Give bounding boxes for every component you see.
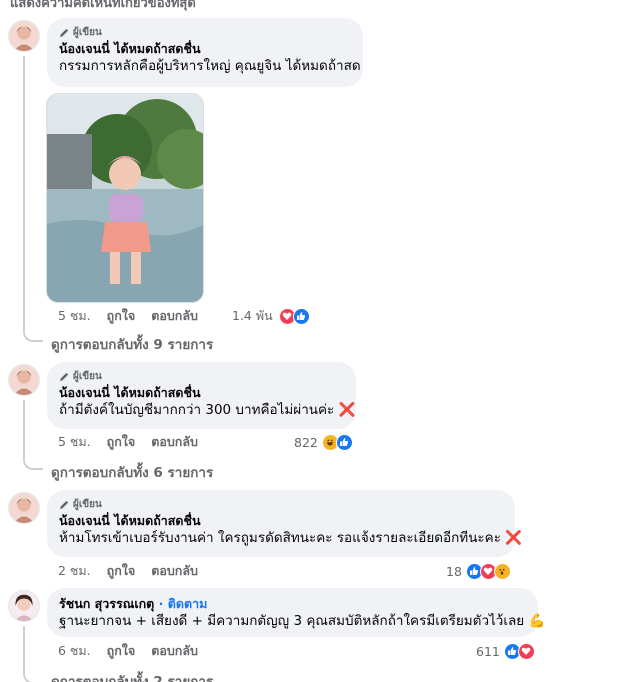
comment-actions: 6 ชม. ถูกใจ ตอบกลับ [58, 643, 214, 659]
comment-photo[interactable] [46, 93, 204, 303]
like-button[interactable]: ถูกใจ [107, 432, 136, 452]
comment-bubble: ผู้เขียน น้องเจนนี่ ได้หมดถ้าสดชื่น กรรม… [47, 18, 363, 87]
thread-line [23, 626, 25, 672]
comment-bubble: รัชนก สุวรรณเกตุ · ติดตาม ฐานะยากจน + เส… [47, 588, 545, 637]
follow-button[interactable]: · ติดตาม [159, 596, 208, 611]
like-icon [292, 307, 310, 325]
author-badge: ผู้เขียน [59, 369, 344, 384]
reaction-count: 18 [446, 563, 462, 579]
reaction-count: 822 [294, 434, 318, 450]
reaction-summary[interactable]: 18 [446, 562, 511, 580]
reply-button[interactable]: ตอบกลับ [151, 561, 198, 581]
reaction-count: 611 [476, 643, 500, 659]
comment-author-line: รัชนก สุวรรณเกตุ · ติดตาม [59, 595, 526, 612]
thread-connector [23, 454, 43, 470]
reaction-summary[interactable]: 822 [294, 433, 353, 451]
pencil-icon [59, 500, 69, 510]
comment-time[interactable]: 5 ชม. [58, 432, 91, 452]
comment-text-body: ห้ามโทรเข้าเบอร์รับงานค่า ใครถูมรดัดสิทน… [59, 530, 501, 546]
flexed-biceps-icon: 💪 [528, 613, 546, 629]
comment-text: ฐานะยากจน + เสียงดี + มีความกตัญญู 3 คุณ… [59, 612, 545, 631]
reply-button[interactable]: ตอบกลับ [151, 641, 198, 661]
comment-text: กรรมการหลักคือผู้บริหารใหญ่ คุณยูจิน ได้… [59, 58, 361, 74]
wow-icon [493, 562, 511, 580]
thread-connector [23, 326, 43, 342]
comment-text-body: ถ้ามีตังค์ในบัญชีมากกว่า 300 บาทคือไม่ผ่… [59, 402, 335, 418]
cross-mark-icon: ❌ [505, 530, 523, 546]
author-badge-label: ผู้เขียน [73, 27, 102, 38]
view-replies-link[interactable]: ดูการตอบกลับทั้ง 6 รายการ [51, 461, 213, 483]
author-badge: ผู้เขียน [59, 25, 351, 40]
comment-time[interactable]: 2 ชม. [58, 561, 91, 581]
avatar[interactable] [8, 492, 40, 524]
comment-actions: 5 ชม. ถูกใจ ตอบกลับ [58, 308, 214, 324]
cross-mark-icon: ❌ [338, 402, 356, 418]
pencil-icon [59, 372, 69, 382]
like-button[interactable]: ถูกใจ [107, 561, 136, 581]
avatar[interactable] [8, 590, 40, 622]
view-replies-link[interactable]: ดูการตอบกลับทั้ง 9 รายการ [51, 333, 213, 355]
reaction-count: 1.4 พัน [232, 308, 273, 323]
thread-connector [23, 668, 43, 682]
like-button[interactable]: ถูกใจ [107, 306, 136, 326]
comment-author[interactable]: น้องเจนนี่ ได้หมดถ้าสดชื่น [59, 40, 351, 57]
comment-text-body: ฐานะยากจน + เสียงดี + มีความกตัญญู 3 คุณ… [59, 613, 525, 629]
love-icon [517, 642, 535, 660]
thread-line [23, 400, 25, 458]
comment-time[interactable]: 6 ชม. [58, 641, 91, 661]
comment-time[interactable]: 5 ชม. [58, 306, 91, 326]
comment-author[interactable]: รัชนก สุวรรณเกตุ [59, 596, 154, 611]
comment-text: ถ้ามีตังค์ในบัญชีมากกว่า 300 บาทคือไม่ผ่… [59, 401, 355, 420]
reaction-summary[interactable]: 1.4 พัน [232, 307, 310, 325]
thread-line [23, 56, 25, 330]
avatar[interactable] [8, 20, 40, 52]
pencil-icon [59, 28, 69, 38]
comment-bubble: ผู้เขียน น้องเจนนี่ ได้หมดถ้าสดชื่น ห้าม… [47, 490, 522, 557]
comment-text: ห้ามโทรเข้าเบอร์รับงานค่า ใครถูมรดัดสิทน… [59, 529, 522, 548]
author-badge-label: ผู้เขียน [73, 371, 102, 382]
reaction-summary[interactable]: 611 [476, 642, 535, 660]
comment-bubble: ผู้เขียน น้องเจนนี่ ได้หมดถ้าสดชื่น ถ้าม… [47, 362, 356, 429]
comment-author[interactable]: น้องเจนนี่ ได้หมดถ้าสดชื่น [59, 512, 503, 529]
reply-button[interactable]: ตอบกลับ [151, 306, 198, 326]
view-replies-link[interactable]: ดูการตอบกลับทั้ง 2 รายการ [51, 670, 213, 682]
section-header: แสดงความคิดเห็นที่เกี่ยวข้องที่สุด [10, 0, 196, 11]
like-button[interactable]: ถูกใจ [107, 641, 136, 661]
comment-author[interactable]: น้องเจนนี่ ได้หมดถ้าสดชื่น [59, 384, 344, 401]
avatar[interactable] [8, 364, 40, 396]
comment-actions: 2 ชม. ถูกใจ ตอบกลับ [58, 563, 214, 579]
like-icon [335, 433, 353, 451]
comment-actions: 5 ชม. ถูกใจ ตอบกลับ [58, 434, 214, 450]
reply-button[interactable]: ตอบกลับ [151, 432, 198, 452]
author-badge-label: ผู้เขียน [73, 499, 102, 510]
author-badge: ผู้เขียน [59, 497, 503, 512]
